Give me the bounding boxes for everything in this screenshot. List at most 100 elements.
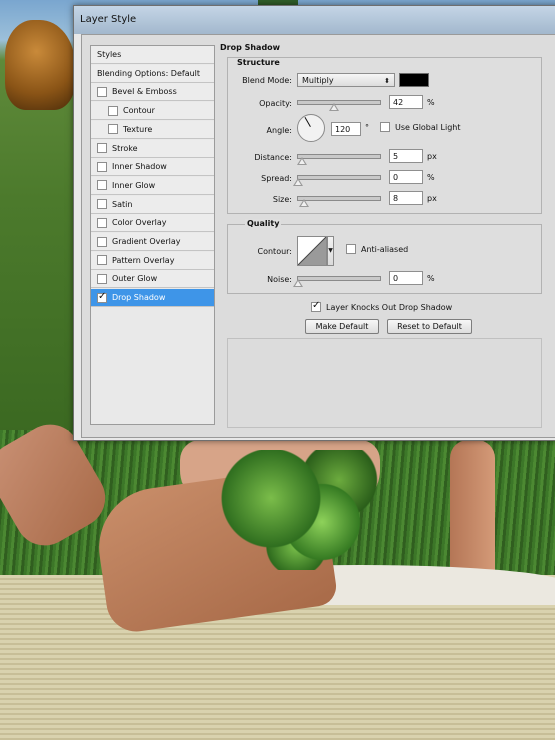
lion-image <box>5 20 75 110</box>
structure-group: Structure Blend Mode: Multiply ⬍ Opacity… <box>227 57 542 214</box>
style-item-color-overlay[interactable]: Color Overlay <box>91 214 214 233</box>
noise-unit: % <box>427 274 435 283</box>
style-item-checkbox[interactable] <box>97 180 107 191</box>
style-item-label: Satin <box>112 199 133 209</box>
reset-to-default-button[interactable]: Reset to Default <box>387 319 472 334</box>
style-item-label: Blending Options: Default <box>97 68 201 78</box>
opacity-slider[interactable] <box>297 100 381 105</box>
angle-label: Angle: <box>266 126 292 135</box>
contour-preview[interactable] <box>297 236 327 266</box>
style-item-inner-glow[interactable]: Inner Glow <box>91 176 214 195</box>
empty-panel-area <box>227 338 542 428</box>
size-unit: px <box>427 194 437 203</box>
opacity-label: Opacity: <box>259 99 292 108</box>
quality-group: Quality Contour: ▼ Anti-aliased Noise: 0… <box>227 219 542 294</box>
updown-arrow-icon: ⬍ <box>384 77 390 85</box>
structure-heading: Structure <box>235 58 282 67</box>
anti-aliased-checkbox[interactable] <box>346 244 356 254</box>
dialog-client: Styles Blending Options: Default Bevel & E… <box>81 34 555 438</box>
styles-list: Styles Blending Options: Default Bevel & E… <box>90 45 215 425</box>
style-item-checkbox[interactable] <box>97 143 107 153</box>
style-item-styles[interactable]: Styles <box>91 46 214 64</box>
style-item-gradient-overlay[interactable]: Gradient Overlay <box>91 233 214 251</box>
style-item-label: Color Overlay <box>112 218 167 228</box>
spread-slider[interactable] <box>297 175 381 180</box>
knocks-out-checkbox[interactable] <box>311 300 321 312</box>
style-item-label: Pattern Overlay <box>112 255 175 265</box>
spread-unit: % <box>427 173 435 182</box>
title-bar[interactable]: Layer Style <box>74 6 555 34</box>
style-item-checkbox[interactable] <box>97 161 107 172</box>
style-item-label: Styles <box>97 50 122 59</box>
distance-slider[interactable] <box>297 154 381 159</box>
size-label: Size: <box>272 195 292 204</box>
distance-input[interactable]: 5 <box>389 149 423 163</box>
style-item-contour[interactable]: Contour <box>91 102 214 121</box>
distance-unit: px <box>427 152 437 161</box>
use-global-light-row[interactable]: Use Global Light <box>380 122 461 132</box>
spread-slider-thumb[interactable] <box>293 178 303 186</box>
style-item-checkbox[interactable] <box>97 255 107 266</box>
distance-slider-thumb[interactable] <box>297 157 307 165</box>
angle-input[interactable]: 120 <box>331 122 361 136</box>
anti-aliased-row[interactable]: Anti-aliased <box>346 244 408 254</box>
style-item-blending-options-default[interactable]: Blending Options: Default <box>91 64 214 83</box>
opacity-slider-thumb[interactable] <box>329 103 339 111</box>
window-title: Layer Style <box>80 14 137 25</box>
style-item-drop-shadow[interactable]: Drop Shadow <box>91 289 214 308</box>
style-item-label: Texture <box>123 124 153 134</box>
style-item-bevel-emboss[interactable]: Bevel & Emboss <box>91 83 214 102</box>
angle-dial[interactable] <box>297 114 325 142</box>
size-slider[interactable] <box>297 196 381 201</box>
use-global-light-label: Use Global Light <box>395 122 461 132</box>
style-item-checkbox[interactable] <box>97 236 107 247</box>
style-item-label: Inner Shadow <box>112 162 167 172</box>
blend-mode-select[interactable]: Multiply ⬍ <box>297 73 395 87</box>
style-item-label: Drop Shadow <box>112 293 166 303</box>
anti-aliased-label: Anti-aliased <box>361 244 409 254</box>
distance-label: Distance: <box>254 153 292 162</box>
make-default-button[interactable]: Make Default <box>305 319 379 334</box>
knocks-out-label: Layer Knocks Out Drop Shadow <box>326 302 453 312</box>
contour-curve-icon <box>298 237 326 265</box>
noise-label: Noise: <box>267 275 292 284</box>
noise-input[interactable]: 0 <box>389 271 423 285</box>
size-input[interactable]: 8 <box>389 191 423 205</box>
style-item-label: Bevel & Emboss <box>112 87 177 97</box>
style-item-texture[interactable]: Texture <box>91 120 214 139</box>
knocks-out-row[interactable]: Layer Knocks Out Drop Shadow <box>311 300 453 312</box>
drop-shadow-heading: Drop Shadow <box>220 43 281 52</box>
use-global-light-checkbox[interactable] <box>380 122 390 132</box>
style-item-label: Gradient Overlay <box>112 237 181 246</box>
style-item-inner-shadow[interactable]: Inner Shadow <box>91 158 214 177</box>
style-item-checkbox[interactable] <box>108 124 118 135</box>
angle-needle <box>304 116 311 127</box>
contour-dropdown-arrow[interactable]: ▼ <box>327 236 334 266</box>
blend-mode-label: Blend Mode: <box>242 76 292 85</box>
style-item-label: Inner Glow <box>112 180 156 190</box>
noise-slider[interactable] <box>297 276 381 281</box>
angle-unit: ° <box>365 123 369 132</box>
shadow-color-swatch[interactable] <box>399 73 429 87</box>
style-item-checkbox[interactable] <box>108 105 118 116</box>
style-item-checkbox[interactable] <box>97 217 107 228</box>
opacity-input[interactable]: 42 <box>389 95 423 109</box>
style-item-label: Outer Glow <box>112 274 158 284</box>
style-item-stroke[interactable]: Stroke <box>91 139 214 158</box>
style-item-checkbox[interactable] <box>97 86 107 97</box>
quality-heading: Quality <box>245 219 282 228</box>
spread-label: Spread: <box>261 174 292 183</box>
style-item-checkbox[interactable] <box>97 199 107 210</box>
style-item-pattern-overlay[interactable]: Pattern Overlay <box>91 251 214 270</box>
style-item-outer-glow[interactable]: Outer Glow <box>91 270 214 289</box>
noise-slider-thumb[interactable] <box>293 279 303 287</box>
style-item-checkbox[interactable] <box>97 291 107 303</box>
leaves-image <box>220 450 390 570</box>
opacity-unit: % <box>427 98 435 107</box>
blend-mode-value: Multiply <box>302 76 334 85</box>
size-slider-thumb[interactable] <box>299 199 309 207</box>
style-item-checkbox[interactable] <box>97 273 107 284</box>
contour-label: Contour: <box>257 247 293 256</box>
spread-input[interactable]: 0 <box>389 170 423 184</box>
style-item-satin[interactable]: Satin <box>91 195 214 214</box>
